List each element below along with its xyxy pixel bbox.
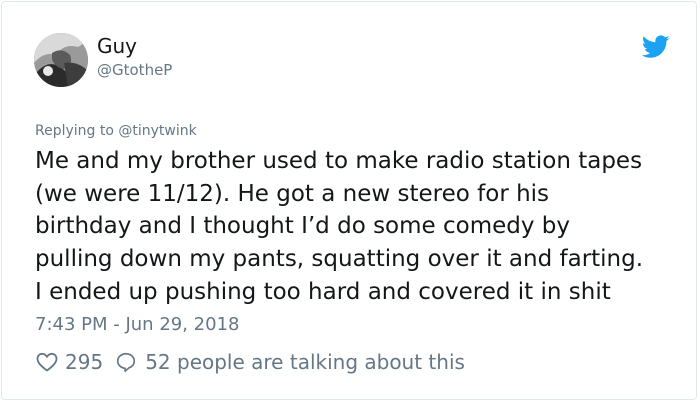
heart-icon — [36, 352, 58, 372]
tweet-card: Guy @GtotheP Replying to @tinytwink Me a… — [1, 1, 697, 400]
tweet-actions: 295 52 people are talking about this — [35, 347, 465, 377]
author-handle[interactable]: @GtotheP — [97, 60, 172, 80]
twitter-bird-icon[interactable] — [642, 35, 670, 59]
like-button[interactable]: 295 — [35, 350, 103, 374]
tweet-line: I ended up pushing too hard and covered … — [35, 278, 611, 305]
author-name[interactable]: Guy — [97, 34, 137, 58]
tweet-text: Me and my brother used to make radio sta… — [35, 145, 685, 309]
tweet-line: birthday and I thought I’d do some comed… — [35, 213, 570, 240]
talking-count: 52 people are talking about this — [145, 350, 465, 374]
speech-bubble-icon — [117, 352, 136, 372]
replying-to[interactable]: Replying to @tinytwink — [35, 122, 197, 140]
reply-button[interactable]: 52 people are talking about this — [103, 350, 465, 374]
timestamp[interactable]: 7:43 PM - Jun 29, 2018 — [35, 314, 239, 336]
like-count: 295 — [65, 350, 104, 374]
tweet-line: pulling down my pants, squatting over it… — [35, 246, 644, 273]
tweet-line: Me and my brother used to make radio sta… — [35, 148, 643, 174]
tweet-line: (we were 11/12). He got a new stereo for… — [35, 180, 550, 207]
avatar-image — [34, 33, 88, 87]
avatar[interactable] — [34, 33, 88, 87]
